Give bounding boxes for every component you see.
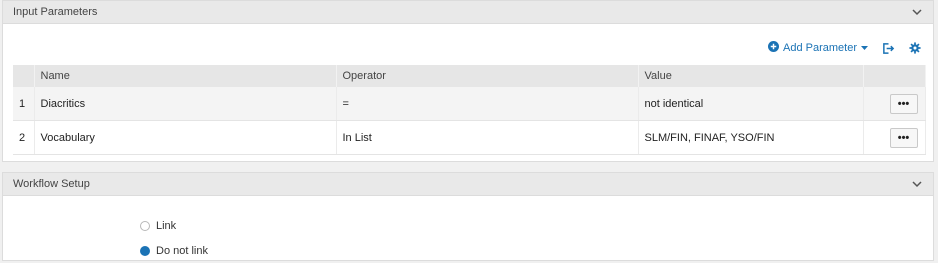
link-radio-group: Link Do not link xyxy=(140,213,208,263)
radio-label-do-not-link: Do not link xyxy=(156,244,208,257)
chevron-down-icon[interactable] xyxy=(911,178,923,190)
row-actions-cell: ••• xyxy=(863,87,926,121)
column-header-value[interactable]: Value xyxy=(638,65,864,87)
export-icon[interactable] xyxy=(882,42,895,55)
gear-icon[interactable] xyxy=(909,42,921,54)
table-row[interactable]: 1 Diacritics = not identical ••• xyxy=(13,87,926,121)
parameters-toolbar: Add Parameter xyxy=(768,39,921,57)
row-actions-cell: ••• xyxy=(863,120,926,155)
ellipsis-icon: ••• xyxy=(897,131,910,144)
row-actions-button[interactable]: ••• xyxy=(889,93,918,114)
plus-circle-icon xyxy=(768,41,780,55)
input-parameters-title: Input Parameters xyxy=(13,6,98,18)
column-header-index xyxy=(13,65,35,87)
add-parameter-label: Add Parameter xyxy=(783,42,857,54)
row-operator: = xyxy=(336,87,639,121)
input-parameters-header[interactable]: Input Parameters xyxy=(3,1,933,24)
row-operator: In List xyxy=(336,120,639,155)
input-parameters-panel: Input Parameters Add Parameter Name Oper… xyxy=(2,0,934,162)
workflow-setup-title: Workflow Setup xyxy=(13,178,90,190)
column-header-operator[interactable]: Operator xyxy=(336,65,639,87)
ellipsis-icon: ••• xyxy=(897,97,910,110)
column-header-actions xyxy=(863,65,926,87)
add-parameter-button[interactable]: Add Parameter xyxy=(768,41,868,55)
row-index: 1 xyxy=(13,87,35,121)
workflow-setup-panel: Workflow Setup Link Do not link xyxy=(2,172,934,261)
workflow-setup-header[interactable]: Workflow Setup xyxy=(3,173,933,196)
radio-label-link: Link xyxy=(156,219,177,232)
row-actions-button[interactable]: ••• xyxy=(889,127,918,148)
radio-option-do-not-link[interactable]: Do not link xyxy=(140,238,208,263)
row-value: not identical xyxy=(638,87,864,121)
row-value: SLM/FIN, FINAF, YSO/FIN xyxy=(638,120,864,155)
radio-button-do-not-link[interactable] xyxy=(140,245,150,256)
table-header-row: Name Operator Value xyxy=(13,65,926,87)
row-name: Diacritics xyxy=(34,87,337,121)
radio-option-link[interactable]: Link xyxy=(140,213,208,238)
caret-down-icon xyxy=(861,42,868,54)
row-index: 2 xyxy=(13,120,35,155)
radio-button-link[interactable] xyxy=(140,220,150,231)
chevron-down-icon[interactable] xyxy=(911,6,923,18)
table-row[interactable]: 2 Vocabulary In List SLM/FIN, FINAF, YSO… xyxy=(13,120,926,155)
row-name: Vocabulary xyxy=(34,120,337,155)
parameters-table: Name Operator Value 1 Diacritics = not i… xyxy=(13,65,926,155)
column-header-name[interactable]: Name xyxy=(34,65,337,87)
